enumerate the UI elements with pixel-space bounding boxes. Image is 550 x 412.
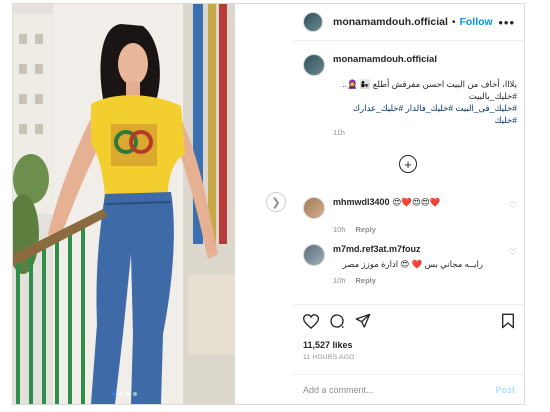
post-photo[interactable] — [13, 4, 235, 404]
post-comment-button[interactable]: Post — [495, 385, 515, 395]
caption-text: يلااا، أخاف من البيت احسن مفرقش أطلع 👩‍👧… — [342, 79, 517, 101]
commenter-avatar[interactable] — [303, 244, 325, 266]
comment-item: m7md.ref3at.m7fouz ♡ رايــه مجاني بس ❤️ … — [303, 244, 517, 285]
carousel-dot — [132, 392, 137, 396]
add-comment-bar: Post — [293, 374, 525, 404]
caption-timestamp: 11h — [333, 128, 345, 137]
reply-button[interactable]: Reply — [356, 225, 376, 234]
comment-input[interactable] — [303, 384, 496, 395]
post-photo-illustration — [13, 4, 235, 404]
comment-like-icon[interactable]: ♡ — [509, 200, 517, 211]
author-avatar[interactable] — [303, 12, 323, 32]
chevron-right-icon: ❯ — [271, 196, 281, 209]
carousel-dot — [118, 392, 123, 396]
like-count[interactable]: 11,527 likes — [303, 340, 515, 350]
post-actions: 11,527 likes 11 HOURS AGO Post — [293, 304, 525, 404]
comment-like-icon[interactable]: ♡ — [509, 247, 517, 258]
comment-age: 10h — [333, 276, 346, 285]
load-more-comments-button[interactable]: + — [399, 155, 417, 173]
post-header: monamamdouh.official • Follow ••• — [293, 4, 525, 41]
carousel-indicator — [13, 392, 235, 396]
instagram-post: ❯ monamamdouh.official • Follow ••• mona… — [12, 3, 525, 405]
more-options-icon[interactable]: ••• — [498, 15, 515, 30]
next-photo-button[interactable]: ❯ — [266, 192, 286, 212]
author-username[interactable]: monamamdouh.official — [333, 16, 448, 28]
comment-text: 😍❤️😍😍❤️ — [392, 197, 441, 207]
post-details-panel: monamamdouh.official • Follow ••• monama… — [293, 4, 525, 404]
caption-hashtags[interactable]: #خليك_فى_البيت #خليك_فالدار #خليك_عدارك … — [303, 102, 517, 126]
heart-icon[interactable] — [302, 313, 320, 334]
post-time-ago: 11 HOURS AGO — [303, 354, 355, 361]
bookmark-icon[interactable] — [501, 313, 515, 334]
comment-item: mhmwdl3400 😍❤️😍😍❤️ ♡ 10h Reply — [303, 197, 517, 234]
commenter-username[interactable]: mhmwdl3400 — [333, 197, 390, 207]
share-icon[interactable] — [355, 313, 371, 334]
follow-button[interactable]: Follow — [459, 16, 492, 28]
comment-text: رايــه مجاني بس ❤️ 😍 ادارة موزز مصر — [342, 259, 483, 269]
comment-age: 10h — [333, 225, 346, 234]
header-separator: • — [451, 16, 456, 28]
commenter-username[interactable]: m7md.ref3at.m7fouz — [333, 244, 421, 254]
carousel-dot — [111, 392, 116, 396]
comment-icon[interactable] — [329, 313, 345, 334]
caption-author-avatar[interactable] — [303, 54, 325, 76]
caption-username[interactable]: monamamdouh.official — [333, 54, 437, 76]
reply-button[interactable]: Reply — [356, 276, 376, 285]
post-caption: monamamdouh.official يلااا، أخاف من البي… — [303, 54, 517, 137]
plus-icon: + — [404, 156, 412, 172]
commenter-avatar[interactable] — [303, 197, 325, 219]
carousel-dot — [125, 392, 130, 396]
